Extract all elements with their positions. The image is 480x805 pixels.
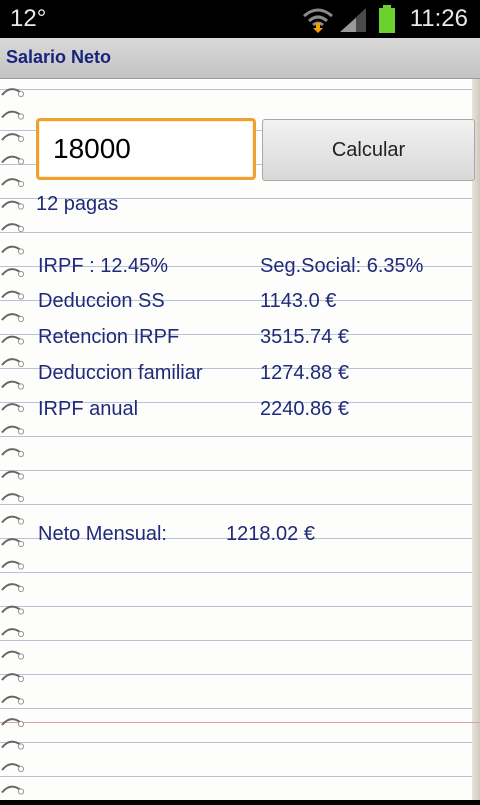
result-label: IRPF anual: [38, 398, 139, 420]
irpf-rate: IRPF : 12.45%: [38, 255, 169, 277]
app-title: Salario Neto: [6, 47, 112, 67]
paper-margin-line: [0, 722, 480, 723]
signal-icon: [338, 6, 368, 34]
clock: 11:26: [409, 5, 468, 32]
result-label: Deduccion familiar: [38, 362, 203, 384]
notebook-paper: [0, 79, 480, 800]
status-bar: 12° 11:26: [0, 0, 480, 38]
result-label: Deduccion SS: [38, 290, 165, 312]
calculate-button[interactable]: Calcular: [262, 119, 475, 181]
ss-rate: Seg.Social: 6.35%: [260, 255, 424, 277]
wifi-icon: [302, 6, 334, 34]
temperature: 12°: [10, 5, 47, 32]
result-value: 2240.86 €: [260, 398, 349, 420]
title-bar: Salario Neto: [0, 38, 480, 79]
net-monthly-label: Neto Mensual:: [38, 523, 167, 545]
spiral-binding: [0, 79, 28, 800]
paper-edge: [472, 79, 480, 800]
result-label: Retencion IRPF: [38, 326, 180, 348]
payments-label: 12 pagas: [36, 193, 119, 215]
battery-icon: [378, 5, 396, 33]
net-monthly-value: 1218.02 €: [226, 523, 315, 545]
result-value: 1274.88 €: [260, 362, 349, 384]
result-value: 3515.74 €: [260, 326, 349, 348]
salary-input[interactable]: [36, 118, 256, 180]
result-value: 1143.0 €: [260, 290, 337, 312]
